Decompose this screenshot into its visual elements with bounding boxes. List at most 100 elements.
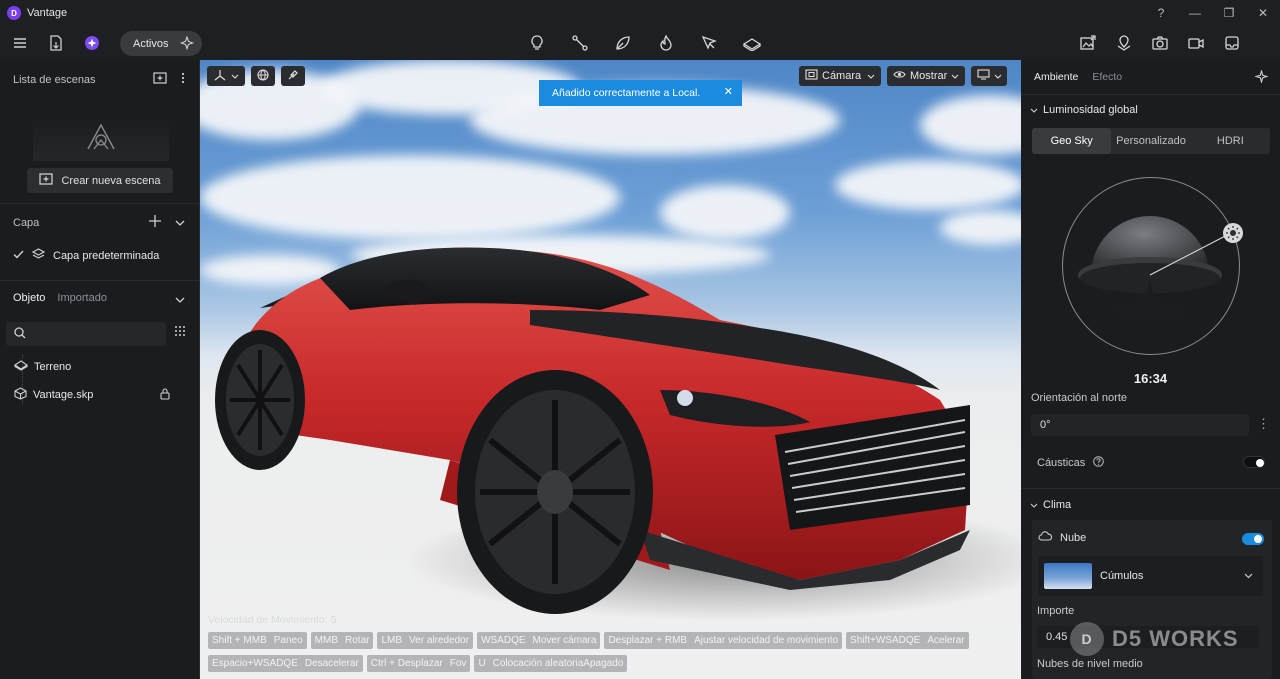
- video-icon[interactable]: [1178, 26, 1214, 60]
- shortcut-hint: MMB Rotar: [310, 632, 374, 649]
- help-icon[interactable]: [1093, 456, 1105, 470]
- ai-assistant-icon[interactable]: [74, 26, 110, 60]
- title-bar: D Vantage ? — ❐ ✕: [0, 0, 1280, 26]
- success-toast: Añadido correctamente a Local. ✕: [539, 80, 742, 106]
- global-space-button[interactable]: [251, 66, 275, 86]
- car-model: [215, 247, 970, 614]
- mid-clouds-label: Nubes de nivel medio: [1037, 658, 1143, 670]
- cloud-icon: [1038, 531, 1053, 544]
- assets-button[interactable]: Activos: [120, 31, 202, 56]
- fire-icon[interactable]: [644, 26, 687, 60]
- more-options-icon[interactable]: [181, 72, 185, 87]
- grid-view-icon[interactable]: [174, 325, 186, 340]
- create-scene-button[interactable]: Crear nueva escena: [27, 168, 173, 193]
- layer-item-default[interactable]: Capa predeterminada: [13, 248, 159, 263]
- transform-axis-button[interactable]: [207, 66, 245, 86]
- main-toolbar: Activos: [0, 26, 1280, 60]
- app-logo: D: [7, 6, 21, 20]
- terrain-icon[interactable]: [730, 26, 773, 60]
- camera-dropdown[interactable]: Cámara: [799, 66, 881, 86]
- add-layer-icon[interactable]: [149, 215, 161, 230]
- location-icon[interactable]: [1106, 26, 1142, 60]
- close-button[interactable]: ✕: [1246, 6, 1280, 20]
- add-scene-icon[interactable]: [153, 72, 167, 87]
- monitor-icon: [977, 69, 990, 83]
- shortcut-hint: Ctrl + Desplazar Fov: [366, 655, 471, 672]
- path-tool-icon[interactable]: [558, 26, 601, 60]
- gallery-icon[interactable]: [1214, 26, 1250, 60]
- shortcut-key: Ctrl + Desplazar: [370, 658, 443, 669]
- maximize-button[interactable]: ❐: [1212, 6, 1246, 20]
- minimize-button[interactable]: —: [1178, 6, 1212, 20]
- sparkle-icon: [179, 35, 195, 53]
- display-mode-dropdown[interactable]: [971, 66, 1007, 86]
- picker-button[interactable]: [281, 66, 305, 86]
- cloud-toggle[interactable]: [1242, 533, 1264, 545]
- shortcut-hint: U Colocación aleatoriaApagado: [474, 655, 628, 672]
- tab-effect[interactable]: Efecto: [1092, 71, 1122, 83]
- render-tools: [1070, 26, 1250, 60]
- global-light-section[interactable]: Luminosidad global: [1030, 104, 1138, 116]
- more-options-icon[interactable]: ⋮: [1257, 416, 1270, 432]
- amount-label: Importe: [1037, 605, 1075, 617]
- chevron-down-icon: [1030, 499, 1038, 511]
- leaf-icon[interactable]: [601, 26, 644, 60]
- cloud-type-dropdown[interactable]: Cúmulos: [1038, 556, 1263, 596]
- object-tabs: Objeto Importado: [13, 292, 107, 304]
- sky-mode-selector: Geo Sky Personalizado HDRI: [1032, 128, 1270, 154]
- menu-icon[interactable]: [2, 26, 38, 60]
- chevron-down-icon[interactable]: [175, 294, 185, 306]
- segment-geo-sky[interactable]: Geo Sky: [1032, 128, 1112, 154]
- center-tools: [515, 26, 773, 60]
- section-title: Luminosidad global: [1043, 104, 1138, 116]
- segment-custom[interactable]: Personalizado: [1111, 128, 1190, 154]
- eye-icon: [893, 70, 906, 82]
- tab-ambient[interactable]: Ambiente: [1034, 71, 1078, 83]
- chevron-down-icon: [867, 70, 875, 82]
- shortcut-hint: LMB Ver alrededor: [377, 632, 474, 649]
- tab-object[interactable]: Objeto: [13, 292, 45, 304]
- chevron-down-icon[interactable]: [175, 217, 185, 229]
- shortcut-key: U: [478, 658, 486, 669]
- tree-item-terrain[interactable]: Terreno: [14, 360, 71, 374]
- cloud-row: Nube: [1038, 531, 1086, 544]
- sky-dome-icon: [1078, 216, 1234, 322]
- shortcut-key: MMB: [314, 635, 339, 646]
- north-orientation-input[interactable]: 0°: [1031, 414, 1249, 436]
- amount-value: 0.45: [1046, 631, 1068, 643]
- light-bulb-icon[interactable]: [515, 26, 558, 60]
- tree-item-model[interactable]: Vantage.skp: [14, 387, 93, 403]
- lock-icon[interactable]: [160, 388, 170, 403]
- shortcut-key: WSADQE: [481, 635, 526, 646]
- shortcut-hint: Shift+WSADQE Acelerar: [846, 632, 969, 649]
- sun-handle-icon[interactable]: [1223, 223, 1243, 243]
- tab-imported[interactable]: Importado: [57, 292, 107, 304]
- shortcut-key: Shift + MMB: [212, 635, 267, 646]
- 3d-viewport[interactable]: Cámara Mostrar Añadido correctamente a L…: [200, 60, 1021, 679]
- show-dropdown[interactable]: Mostrar: [887, 66, 965, 86]
- camera-frame-icon: [805, 69, 818, 83]
- section-title: Clima: [1043, 499, 1072, 511]
- import-file-icon[interactable]: [38, 26, 74, 60]
- sparkle-icon[interactable]: [1253, 68, 1270, 86]
- caustics-toggle[interactable]: [1243, 456, 1265, 468]
- viewport-right-controls: Cámara Mostrar: [799, 66, 1007, 86]
- chevron-down-icon: [951, 70, 959, 82]
- divider: [1021, 488, 1280, 489]
- show-label: Mostrar: [910, 70, 948, 82]
- watermark: D D5 WORKS: [1070, 622, 1239, 656]
- camera-icon[interactable]: [1142, 26, 1178, 60]
- search-icon: [14, 326, 26, 342]
- weather-section[interactable]: Clima: [1030, 499, 1071, 511]
- d5-logo: D: [1070, 622, 1104, 656]
- shortcut-key: Espacio+WSADQE: [212, 658, 298, 669]
- shortcut-hint: Shift + MMB Paneo: [208, 632, 307, 649]
- segment-hdri[interactable]: HDRI: [1191, 128, 1270, 154]
- export-image-icon[interactable]: [1070, 26, 1106, 60]
- object-search-input[interactable]: [6, 322, 166, 346]
- brush-tool-icon[interactable]: [687, 26, 730, 60]
- help-icon[interactable]: ?: [1144, 6, 1178, 20]
- close-icon[interactable]: ✕: [724, 85, 733, 98]
- watermark-text: D5 WORKS: [1112, 626, 1239, 651]
- shortcut-action: Desacelerar: [304, 658, 359, 669]
